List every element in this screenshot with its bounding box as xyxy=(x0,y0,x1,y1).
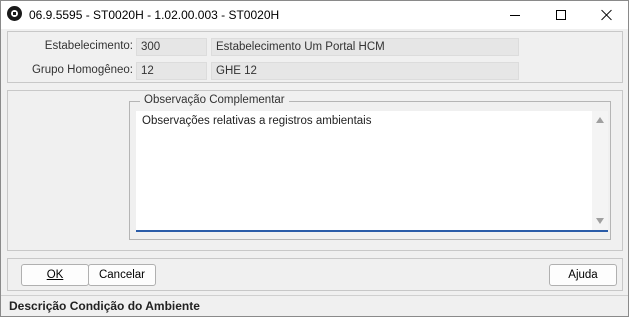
memo-scrollbar[interactable] xyxy=(592,111,608,230)
button-bar: OK Cancelar Ajuda xyxy=(7,258,623,291)
estabelecimento-label: Estabelecimento: xyxy=(44,40,133,52)
cancel-button-label: Cancelar xyxy=(98,269,146,281)
estabelecimento-code-field: 300 xyxy=(136,38,207,56)
maximize-icon xyxy=(556,10,566,20)
title-bar[interactable]: 06.9.5595 - ST0020H - 1.02.00.003 - ST00… xyxy=(1,1,628,29)
close-icon xyxy=(601,9,613,21)
minimize-button[interactable] xyxy=(492,1,538,29)
ok-button-label: OK xyxy=(46,269,64,281)
status-bar: Descrição Condição do Ambiente xyxy=(1,295,628,316)
status-text: Descrição Condição do Ambiente xyxy=(9,299,200,313)
scroll-down-icon[interactable] xyxy=(596,218,604,224)
ok-button[interactable]: OK xyxy=(21,264,89,286)
scroll-up-icon[interactable] xyxy=(596,117,604,123)
close-button[interactable] xyxy=(584,1,629,29)
estabelecimento-name-field: Estabelecimento Um Portal HCM xyxy=(211,38,519,56)
observacao-textarea[interactable]: Observações relativas a registros ambien… xyxy=(136,111,608,232)
help-button[interactable]: Ajuda xyxy=(549,264,617,286)
grupo-code-field: 12 xyxy=(136,62,207,80)
window-title: 06.9.5595 - ST0020H - 1.02.00.003 - ST00… xyxy=(29,8,280,22)
maximize-button[interactable] xyxy=(538,1,584,29)
grupo-name-field: GHE 12 xyxy=(211,62,519,80)
app-logo-icon xyxy=(7,6,22,21)
cancel-button[interactable]: Cancelar xyxy=(88,264,156,286)
header-panel: Estabelecimento: 300 Estabelecimento Um … xyxy=(7,31,623,83)
observacao-text: Observações relativas a registros ambien… xyxy=(142,115,372,127)
grupo-homogeneo-label: Grupo Homogêneo: xyxy=(31,64,133,76)
minimize-icon xyxy=(510,14,520,16)
observacao-group: Observação Complementar Observações rela… xyxy=(129,94,611,240)
observacao-group-title: Observação Complementar xyxy=(140,94,289,106)
dialog-window: 06.9.5595 - ST0020H - 1.02.00.003 - ST00… xyxy=(0,0,629,317)
content-panel: Observação Complementar Observações rela… xyxy=(7,90,623,251)
help-button-label: Ajuda xyxy=(568,269,598,281)
